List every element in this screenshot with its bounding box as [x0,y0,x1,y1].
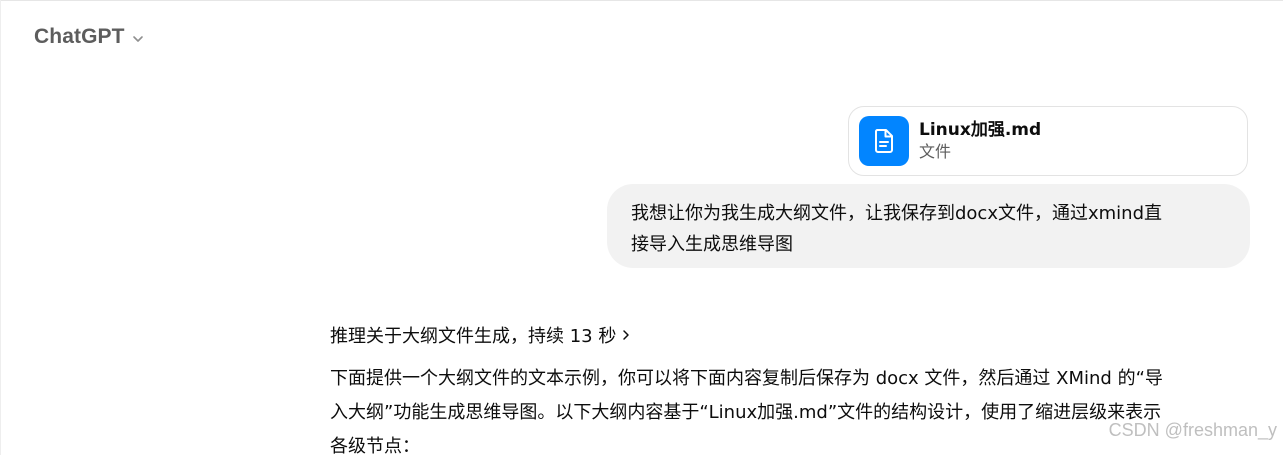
model-name: ChatGPT [34,25,125,48]
document-icon [859,116,909,166]
sidebar-edge [0,0,1,455]
chevron-down-icon [132,35,143,42]
chevron-right-icon [623,330,630,340]
assistant-message-line: 下面提供一个大纲文件的文本示例，你可以将下面内容复制后保存为 docx 文件，然… [330,368,1163,389]
user-message-bubble: 我想让你为我生成大纲文件，让我保存到docx文件，通过xmind直 接导入生成思… [607,184,1250,268]
file-attachment-card[interactable]: Linux加强.md 文件 [848,106,1248,176]
user-message-line: 我想让你为我生成大纲文件，让我保存到docx文件，通过xmind直 [631,203,1163,224]
top-divider [0,0,1283,1]
reasoning-label: 推理关于大纲文件生成，持续 13 秒 [330,326,617,347]
assistant-message: 下面提供一个大纲文件的文本示例，你可以将下面内容复制后保存为 docx 文件，然… [330,362,1255,464]
file-type-label: 文件 [919,142,952,161]
model-selector-button[interactable]: ChatGPT [24,19,155,55]
reasoning-toggle[interactable]: 推理关于大纲文件生成，持续 13 秒 [330,322,632,348]
file-meta: Linux加强.md 文件 [919,119,1041,163]
file-name: Linux加强.md [919,120,1042,140]
user-message-line: 接导入生成思维导图 [631,234,793,255]
watermark: CSDN @freshman_y [1108,420,1277,440]
